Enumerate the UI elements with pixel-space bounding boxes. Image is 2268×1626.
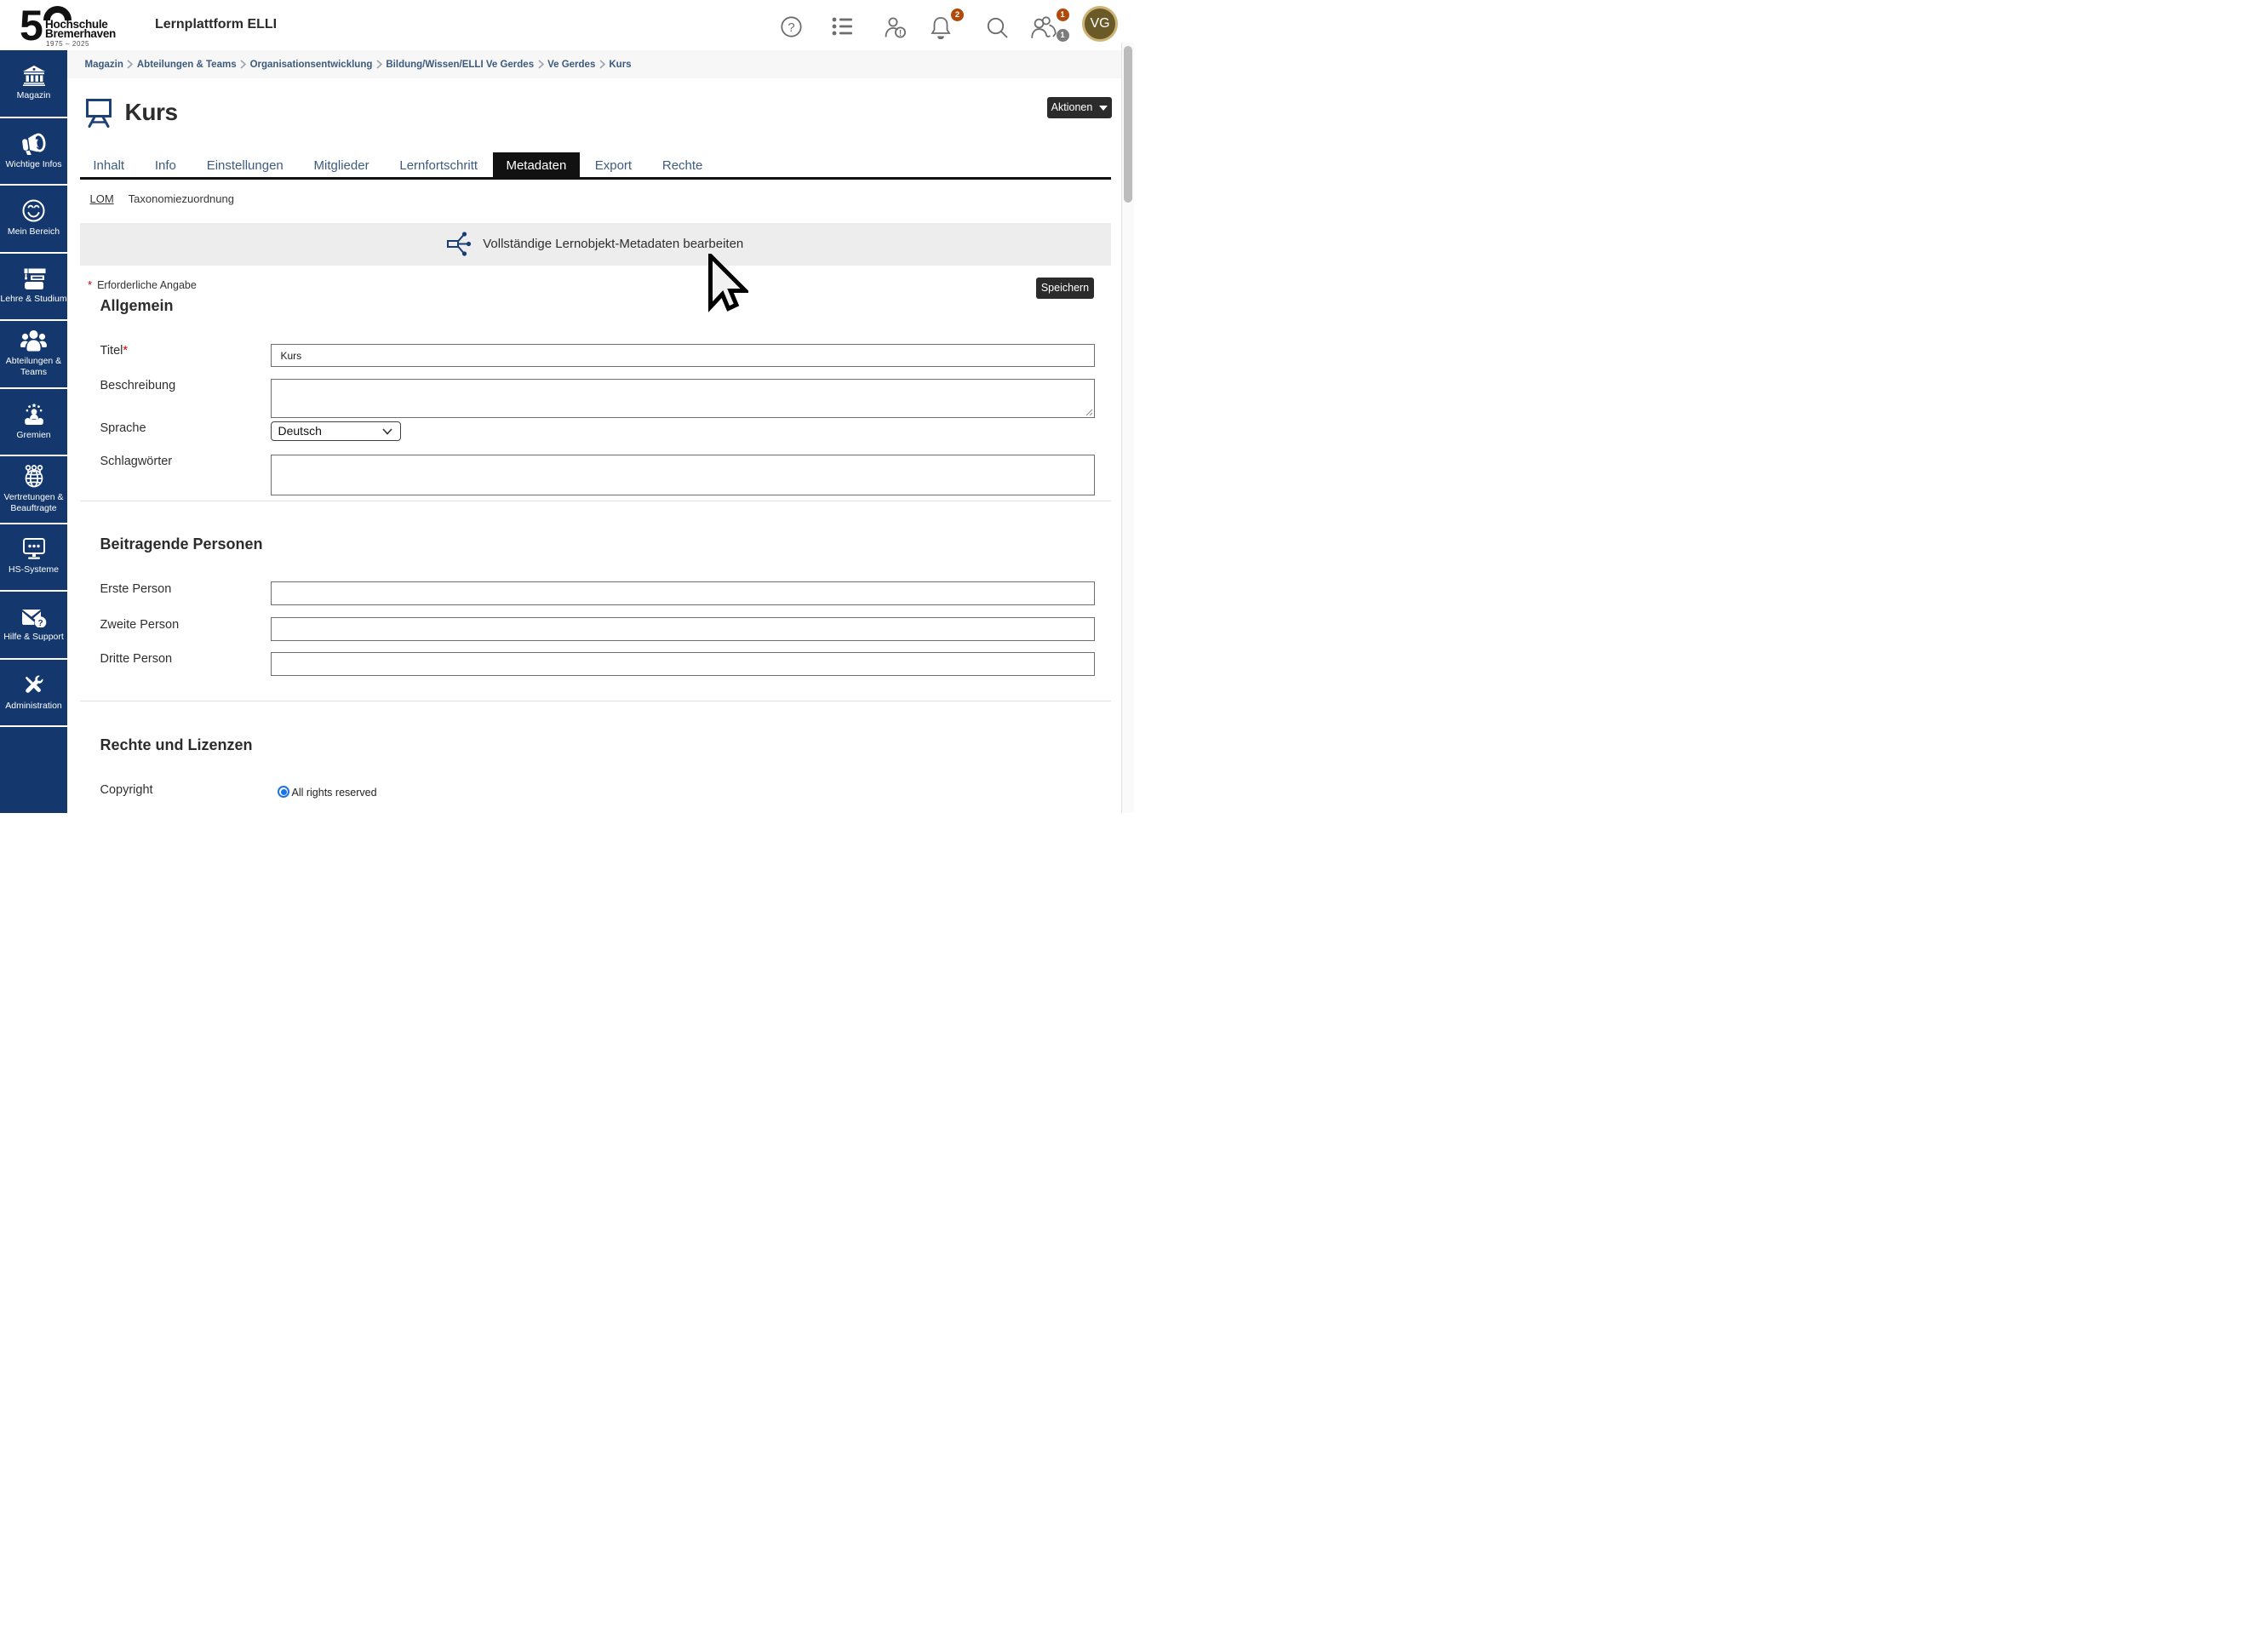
svg-text:!: ! — [899, 29, 902, 38]
svg-text:?: ? — [788, 20, 794, 35]
svg-text:?: ? — [37, 619, 43, 627]
